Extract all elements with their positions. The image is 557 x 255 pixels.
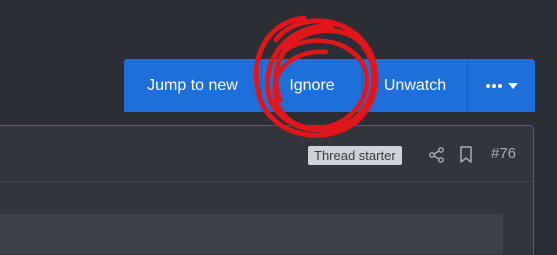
bookmark-icon[interactable] [459, 146, 473, 164]
jump-to-new-button[interactable]: Jump to new [124, 59, 262, 112]
post-container: Thread starter #76 [0, 125, 534, 255]
thread-toolbar: Jump to new Ignore Unwatch [124, 59, 535, 112]
ellipsis-icon [485, 83, 502, 88]
post-header: Thread starter #76 [0, 126, 533, 182]
caret-down-icon [507, 82, 518, 89]
more-options-button[interactable] [468, 59, 535, 112]
thread-starter-badge: Thread starter [308, 146, 402, 165]
ignore-button[interactable]: Ignore [262, 59, 363, 112]
post-number-link[interactable]: #76 [491, 145, 516, 162]
unwatch-button[interactable]: Unwatch [363, 59, 468, 112]
post-body [0, 214, 503, 254]
share-icon[interactable] [428, 146, 446, 164]
